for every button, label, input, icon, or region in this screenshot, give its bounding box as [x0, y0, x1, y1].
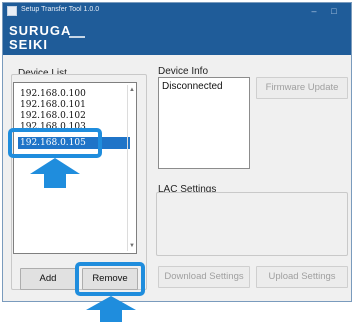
arrow-up-icon — [30, 158, 80, 188]
list-scrollbar[interactable]: ▲ ▼ — [127, 85, 135, 251]
selected-device-callout — [8, 128, 102, 158]
lac-settings-group — [156, 192, 348, 256]
arrow-up-icon — [86, 296, 136, 322]
upload-settings-button[interactable]: Upload Settings — [256, 266, 348, 288]
firmware-update-button[interactable]: Firmware Update — [256, 77, 348, 99]
device-item-101[interactable]: 192.168.0.101 — [20, 100, 86, 110]
scroll-up-icon[interactable]: ▲ — [129, 87, 135, 93]
logo-line2: SEIKI — [9, 37, 48, 52]
app-icon — [7, 6, 17, 16]
brand-banner: SURUGA SEIKI — [3, 19, 351, 55]
title-bar: Setup Transfer Tool 1.0.0 – □ — [3, 3, 351, 19]
device-item-102[interactable]: 192.168.0.102 — [20, 111, 86, 121]
device-item-100[interactable]: 192.168.0.100 — [20, 89, 86, 99]
maximize-button[interactable]: □ — [327, 5, 341, 17]
device-info-label: Device Info — [158, 66, 209, 77]
add-button[interactable]: Add — [20, 268, 76, 290]
download-settings-button[interactable]: Download Settings — [158, 266, 250, 288]
connection-status: Disconnected — [162, 81, 223, 92]
window-title: Setup Transfer Tool 1.0.0 — [21, 6, 100, 13]
suruga-seiki-logo: SURUGA SEIKI — [9, 23, 89, 53]
logo-line1: SURUGA — [9, 23, 71, 38]
remove-button-callout — [75, 262, 145, 296]
minimize-button[interactable]: – — [307, 5, 321, 17]
scroll-down-icon[interactable]: ▼ — [129, 243, 135, 249]
device-info-box: Disconnected — [158, 77, 250, 169]
